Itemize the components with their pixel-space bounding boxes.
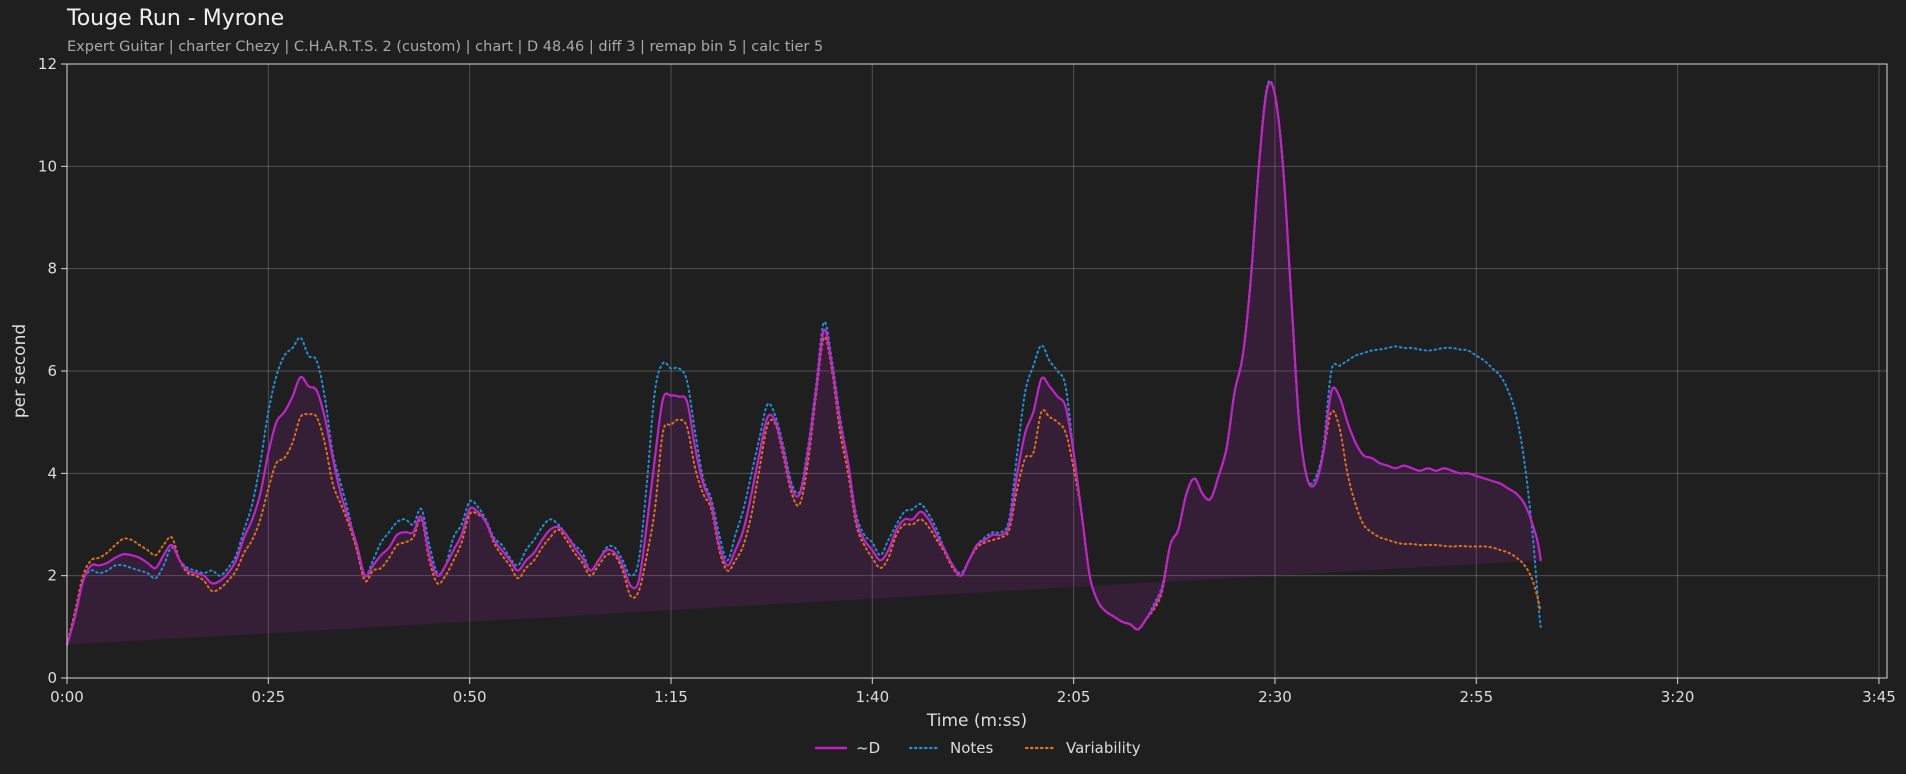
y-tick-label: 0 — [47, 669, 57, 687]
series-area-d — [67, 82, 1541, 645]
y-tick-label: 10 — [38, 157, 57, 175]
x-axis-label: Time (m:ss) — [926, 711, 1027, 731]
x-tick-label: 2:55 — [1459, 688, 1493, 706]
legend: ~D Notes Variability — [814, 739, 1141, 757]
y-tick-label: 6 — [47, 362, 57, 380]
x-tick-label: 1:40 — [855, 688, 889, 706]
x-tick-label: 0:00 — [50, 688, 84, 706]
x-tick-label: 3:45 — [1862, 688, 1896, 706]
legend-label-variability: Variability — [1066, 739, 1141, 757]
y-axis-label: per second — [10, 324, 30, 418]
area-fill — [67, 82, 1541, 645]
y-tick-label: 2 — [47, 567, 57, 585]
y-tick-label: 4 — [47, 464, 57, 482]
x-tick-label: 2:30 — [1258, 688, 1292, 706]
x-tick-label: 0:25 — [251, 688, 285, 706]
y-tick-label: 12 — [38, 55, 57, 73]
y-axis-ticks: 0 2 4 6 8 10 12 — [38, 55, 67, 687]
y-tick-label: 8 — [47, 260, 57, 278]
x-axis-ticks: 0:00 0:25 0:50 1:15 1:40 2:05 2:30 2:55 3:20 3:45 — [50, 678, 1896, 706]
x-tick-label: 3:20 — [1661, 688, 1695, 706]
x-tick-label: 0:50 — [453, 688, 487, 706]
chart-area: 0:00 0:25 0:50 1:15 1:40 2:05 2:30 2:55 3:20 3:45… — [10, 55, 1896, 757]
legend-label-notes: Notes — [950, 739, 994, 757]
x-tick-label: 1:15 — [654, 688, 688, 706]
x-tick-label: 2:05 — [1057, 688, 1091, 706]
legend-label-d: ~D — [856, 739, 880, 757]
